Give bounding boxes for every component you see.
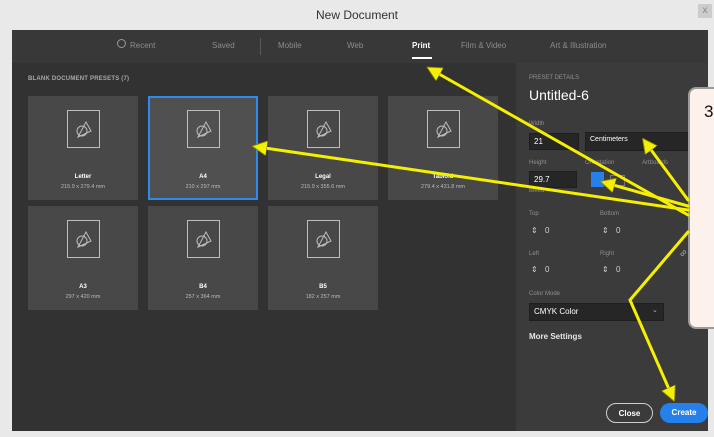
arrow-to-print-tab	[432, 70, 690, 217]
arrow-to-create	[628, 230, 690, 396]
arrow-to-units	[646, 143, 690, 202]
annotation-arrows	[0, 0, 690, 437]
